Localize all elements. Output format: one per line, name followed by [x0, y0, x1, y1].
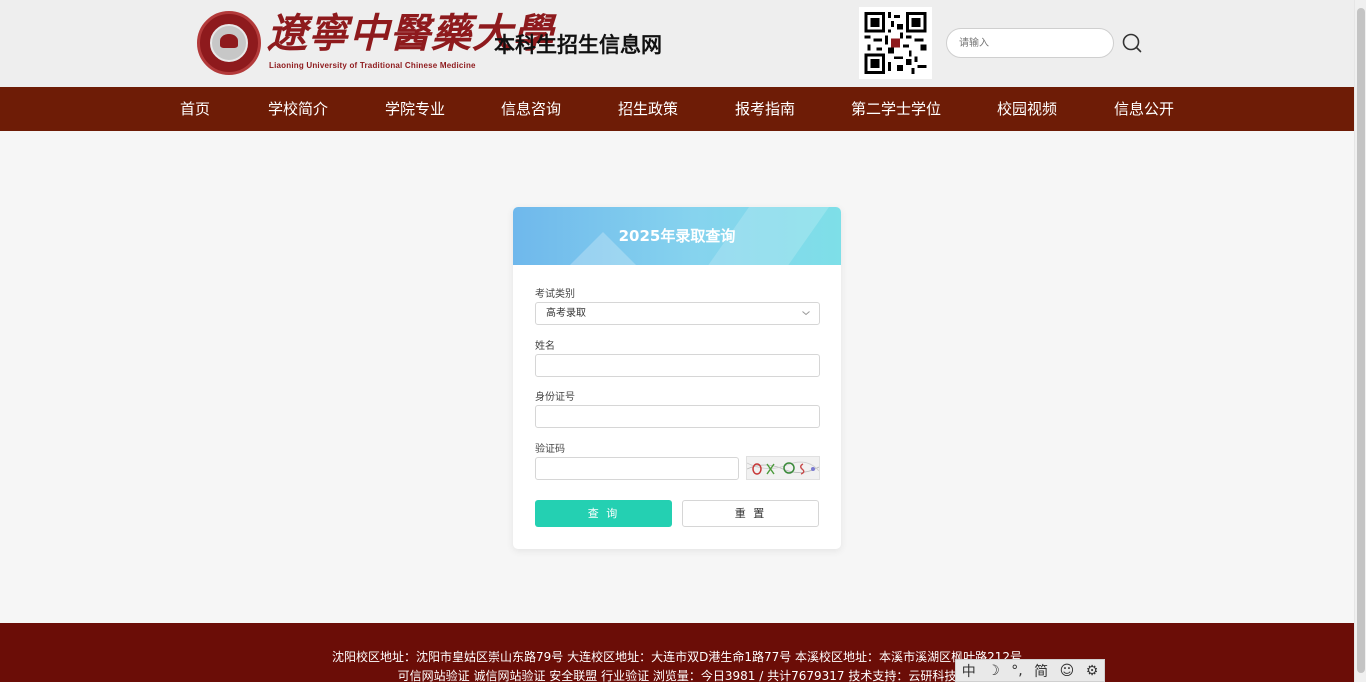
ime-toolbar: 中 ☽ °, 简 ☺ ⚙: [955, 659, 1105, 682]
reset-button[interactable]: 重 置: [682, 500, 819, 527]
footer-verification-stats: 可信网站验证 诚信网站验证 安全联盟 行业验证 浏览量：今日3981 / 共计7…: [397, 669, 957, 682]
exam-type-select[interactable]: 高考录取: [535, 302, 820, 325]
ime-punctuation-icon[interactable]: °,: [1011, 663, 1022, 679]
id-number-label: 身份证号: [535, 392, 575, 403]
captcha-label: 验证码: [535, 444, 565, 455]
qr-code-image: [859, 7, 932, 79]
ime-emoji-icon[interactable]: ☺: [1060, 663, 1075, 679]
ime-simplified-mode[interactable]: 简: [1034, 661, 1048, 681]
ime-settings-icon[interactable]: ⚙: [1086, 663, 1099, 679]
ime-moon-icon[interactable]: ☽: [987, 663, 1000, 679]
ime-chinese-mode[interactable]: 中: [962, 661, 976, 681]
nav-item-second-degree[interactable]: 第二学士学位: [851, 87, 941, 131]
nav-item-info-consult[interactable]: 信息咨询: [501, 87, 561, 131]
search-input[interactable]: [946, 28, 1114, 58]
footer: 沈阳校区地址：沈阳市皇姑区崇山东路79号 大连校区地址：大连市双D港生命1路77…: [0, 623, 1354, 682]
nav-item-campus-video[interactable]: 校园视频: [997, 87, 1057, 131]
name-input[interactable]: [535, 354, 820, 377]
nav-item-application-guide[interactable]: 报考指南: [735, 87, 795, 131]
name-label: 姓名: [535, 341, 555, 352]
page-scrollbar[interactable]: [1354, 0, 1366, 682]
main-nav: 首页 学校简介 学院专业 信息咨询 招生政策 报考指南 第二学士学位 校园视频 …: [0, 87, 1354, 131]
exam-type-label: 考试类别: [535, 289, 575, 300]
nav-item-colleges-majors[interactable]: 学院专业: [385, 87, 445, 131]
query-button[interactable]: 查 询: [535, 500, 672, 527]
scrollbar-thumb[interactable]: [1357, 8, 1365, 673]
captcha-image[interactable]: [746, 456, 820, 480]
nav-item-admission-policy[interactable]: 招生政策: [618, 87, 678, 131]
card-title: 2025年录取查询: [618, 227, 736, 245]
site-title: 本科生招生信息网: [494, 33, 662, 57]
nav-item-home[interactable]: 首页: [180, 87, 210, 131]
nav-item-school-intro[interactable]: 学校简介: [268, 87, 328, 131]
footer-addresses: 沈阳校区地址：沈阳市皇姑区崇山东路79号 大连校区地址：大连市双D港生命1路77…: [332, 650, 1022, 664]
university-name-english: Liaoning University of Traditional Chine…: [269, 61, 476, 70]
chevron-down-icon: [802, 311, 810, 316]
main-content: 2025年录取查询 考试类别 高考录取 姓名 身份证号 验证码 查 询 重 置: [0, 131, 1354, 623]
search-icon[interactable]: [1121, 32, 1143, 54]
nav-item-info-disclosure[interactable]: 信息公开: [1114, 87, 1174, 131]
university-seal-logo[interactable]: [197, 11, 261, 75]
captcha-input[interactable]: [535, 457, 739, 480]
exam-type-value: 高考录取: [546, 308, 586, 319]
id-number-input[interactable]: [535, 405, 820, 428]
header: 遼寧中醫藥大學 Liaoning University of Tradition…: [0, 0, 1354, 87]
admission-query-card: 2025年录取查询 考试类别 高考录取 姓名 身份证号 验证码 查 询 重 置: [513, 207, 841, 549]
card-header: 2025年录取查询: [513, 207, 841, 265]
